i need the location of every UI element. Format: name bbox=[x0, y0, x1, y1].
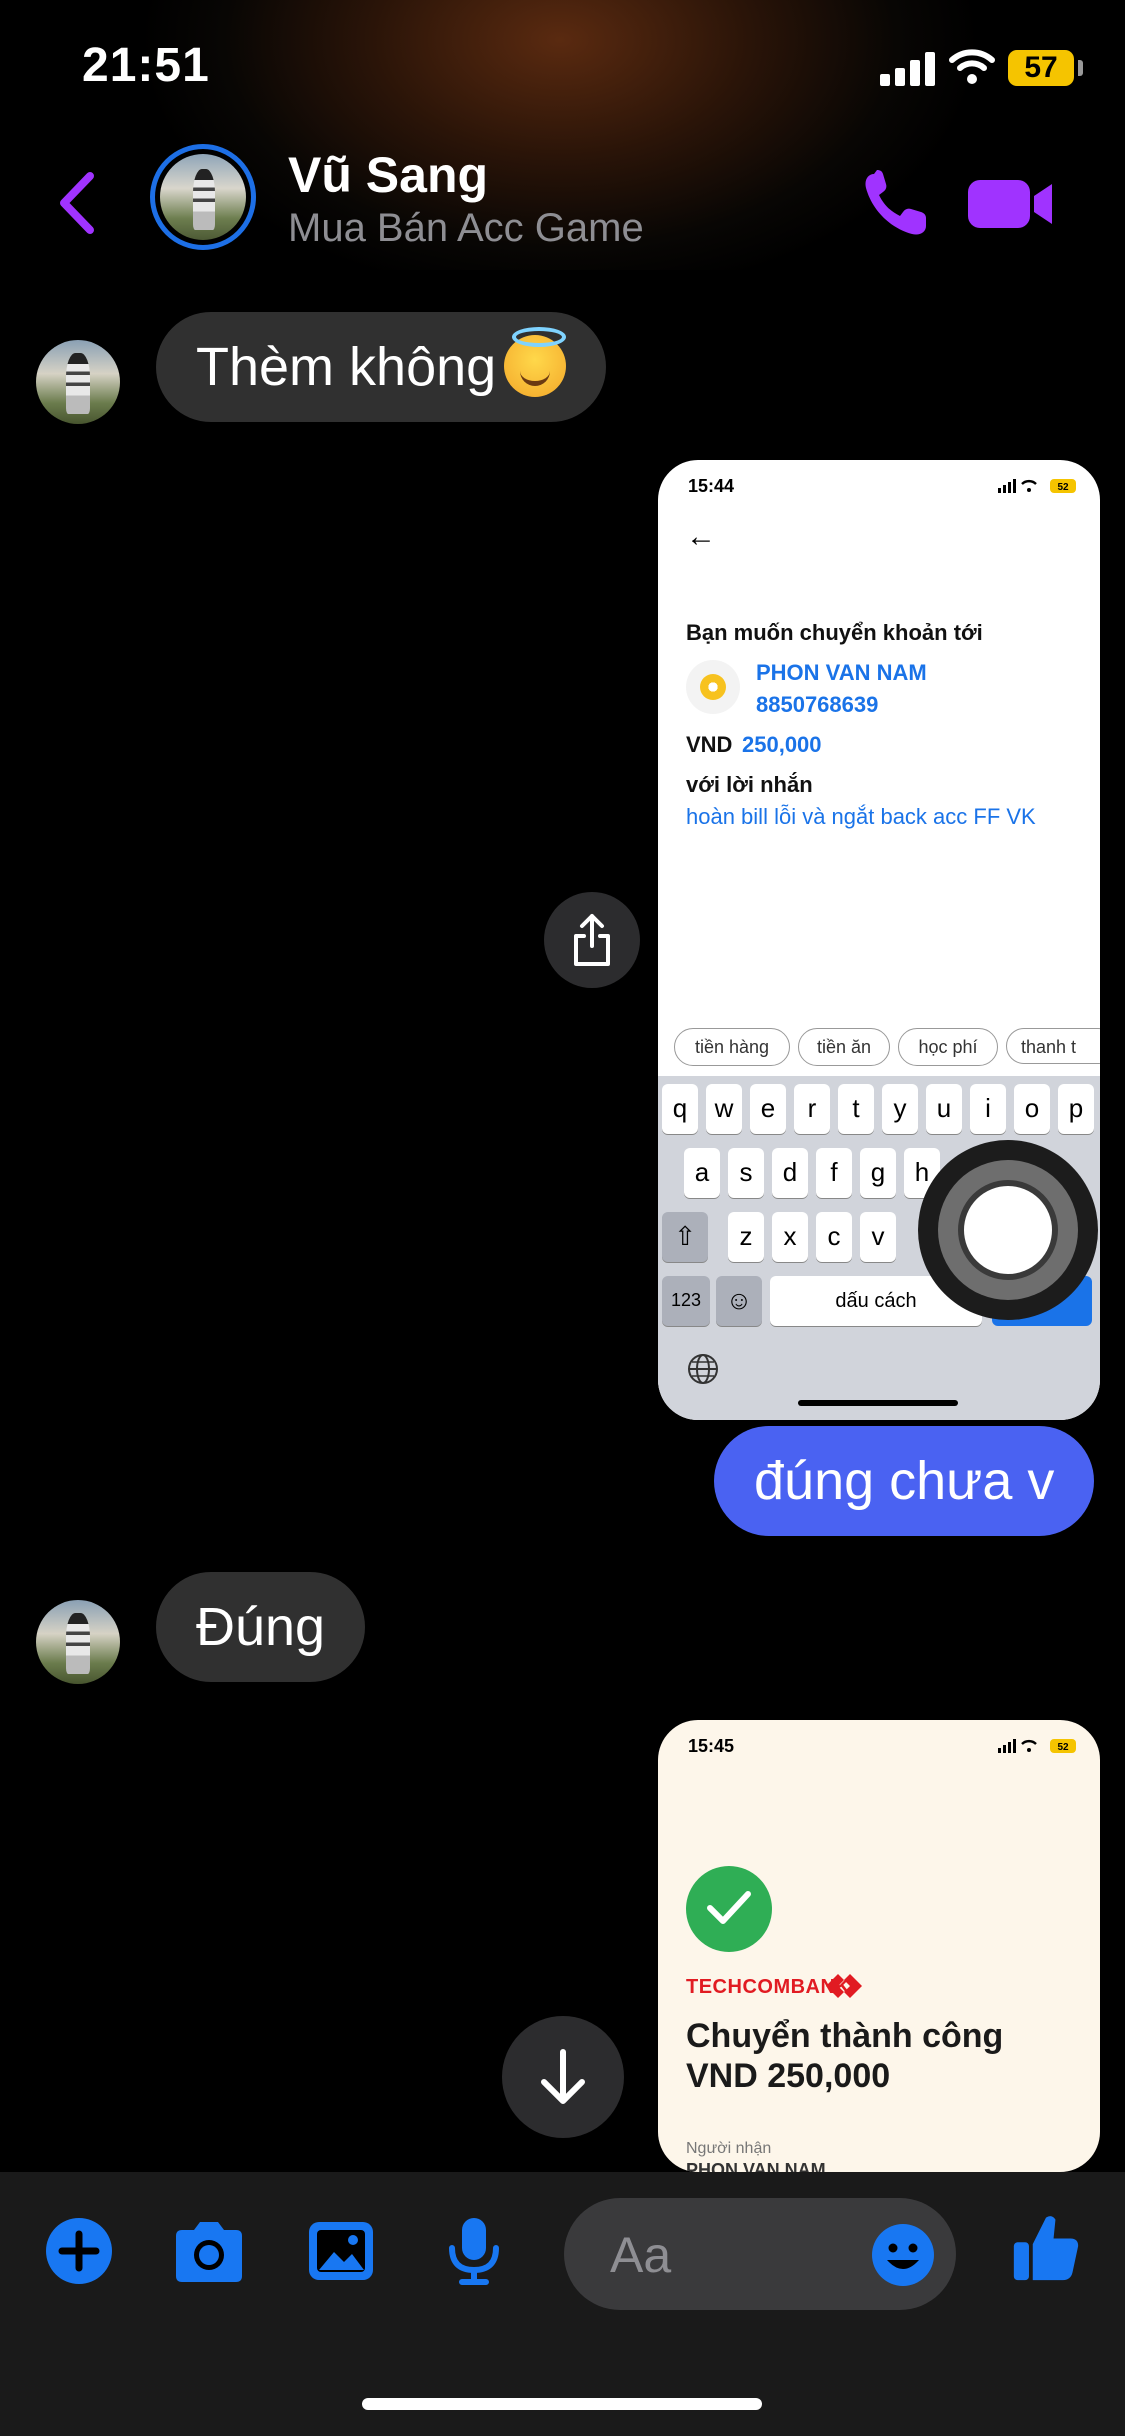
chip: tiền hàng bbox=[674, 1028, 790, 1066]
key: z bbox=[728, 1212, 764, 1262]
success-check-icon bbox=[686, 1866, 772, 1952]
amount: 250,000 bbox=[742, 732, 822, 757]
key: i bbox=[970, 1084, 1006, 1134]
shift-key-icon: ⇧ bbox=[662, 1212, 708, 1262]
chip: thanh t bbox=[1006, 1028, 1100, 1064]
image-gallery-icon[interactable] bbox=[306, 2216, 376, 2286]
contact-subtitle: Mua Bán Acc Game bbox=[288, 206, 644, 250]
key: o bbox=[1014, 1084, 1050, 1134]
contact-name[interactable]: Vũ Sang bbox=[288, 146, 488, 204]
outgoing-message[interactable]: đúng chưa v bbox=[714, 1426, 1095, 1536]
home-indicator bbox=[362, 2398, 762, 2410]
globe-icon bbox=[688, 1354, 718, 1384]
message-label: với lời nhắn bbox=[686, 772, 813, 797]
recipient-label: Người nhận bbox=[686, 2140, 772, 2157]
key: a bbox=[684, 1148, 720, 1198]
bank-coin-icon bbox=[686, 660, 740, 714]
shot-home-indicator bbox=[798, 1400, 958, 1406]
account-number: 8850768639 bbox=[756, 692, 879, 717]
camera-icon[interactable] bbox=[170, 2216, 248, 2286]
key: g bbox=[860, 1148, 896, 1198]
arrow-down-icon bbox=[541, 2049, 585, 2104]
phone-call-icon[interactable] bbox=[860, 168, 932, 240]
key: p bbox=[1058, 1084, 1094, 1134]
image-attachment-transfer-success[interactable]: 15:45 52 TECHCOMBANK Chuyển thành công V… bbox=[658, 1720, 1100, 2172]
transfer-heading: Bạn muốn chuyển khoản tới bbox=[686, 620, 983, 645]
key: u bbox=[926, 1084, 962, 1134]
chip: tiền ăn bbox=[798, 1028, 890, 1066]
battery-indicator: 57 bbox=[1008, 50, 1074, 86]
recipient-name: PHON VAN NAM bbox=[756, 660, 927, 685]
composer-bar: Aa bbox=[0, 2172, 1125, 2436]
scroll-to-bottom-button[interactable] bbox=[502, 2016, 624, 2138]
shot-status-time: 15:44 bbox=[688, 476, 735, 496]
incoming-message[interactable]: Đúng bbox=[156, 1572, 366, 1682]
emoji-icon[interactable] bbox=[870, 2222, 936, 2288]
key: w bbox=[706, 1084, 742, 1134]
back-chevron-icon[interactable] bbox=[52, 168, 102, 238]
shot-status-time: 15:45 bbox=[688, 1736, 735, 1756]
video-call-icon[interactable] bbox=[966, 174, 1056, 234]
sender-avatar[interactable] bbox=[36, 340, 120, 424]
shot-battery: 52 bbox=[1057, 1742, 1069, 1753]
contact-avatar[interactable] bbox=[150, 144, 256, 250]
key: t bbox=[838, 1084, 874, 1134]
share-icon bbox=[574, 914, 610, 966]
wifi-icon bbox=[949, 49, 995, 84]
smiling-halo-emoji-icon bbox=[504, 326, 567, 397]
avatar-photo bbox=[160, 154, 246, 240]
cellular-signal-icon bbox=[880, 50, 936, 86]
shot-battery: 52 bbox=[1057, 482, 1069, 493]
numbers-key: 123 bbox=[662, 1276, 710, 1326]
key: y bbox=[882, 1084, 918, 1134]
battery-nub bbox=[1078, 60, 1083, 76]
share-button[interactable] bbox=[544, 892, 640, 988]
key: x bbox=[772, 1212, 808, 1262]
plus-icon[interactable] bbox=[44, 2216, 114, 2286]
key: v bbox=[860, 1212, 896, 1262]
key: f bbox=[816, 1148, 852, 1198]
key: c bbox=[816, 1212, 852, 1262]
chat-header: Vũ Sang Mua Bán Acc Game bbox=[0, 140, 1125, 270]
currency-label: VND bbox=[686, 732, 733, 757]
status-time: 21:51 bbox=[82, 39, 210, 92]
key: q bbox=[662, 1084, 698, 1134]
incoming-message[interactable]: Thèm không bbox=[156, 312, 607, 422]
suggestion-chips: tiền hàng tiền ăn học phí thanh t bbox=[674, 1028, 1100, 1068]
success-title: Chuyển thành công VND 250,000 bbox=[686, 2016, 1003, 2096]
shot-back-arrow-icon: ← bbox=[686, 520, 716, 553]
assistive-touch-button[interactable] bbox=[918, 1140, 1098, 1320]
key: e bbox=[750, 1084, 786, 1134]
shot-status-icons: 52 bbox=[998, 1739, 1076, 1753]
key: r bbox=[794, 1084, 830, 1134]
message-input[interactable]: Aa bbox=[564, 2198, 956, 2310]
message-text-shot: hoàn bill lỗi và ngắt back acc FF VK bbox=[686, 804, 1036, 829]
chip: học phí bbox=[898, 1028, 998, 1066]
recipient-name-success: PHON VAN NAM bbox=[686, 2160, 826, 2172]
techcombank-logo-icon bbox=[826, 1974, 862, 1998]
emoji-key-icon: ☺ bbox=[716, 1276, 762, 1326]
assistive-dot bbox=[958, 1180, 1058, 1280]
message-text: Thèm không bbox=[196, 337, 497, 397]
key: s bbox=[728, 1148, 764, 1198]
success-amount: VND 250,000 bbox=[686, 2057, 891, 2095]
thumbs-up-icon[interactable] bbox=[1010, 2212, 1082, 2282]
sender-avatar[interactable] bbox=[36, 1600, 120, 1684]
status-bar: 21:51 57 bbox=[0, 0, 1125, 140]
microphone-icon[interactable] bbox=[444, 2216, 504, 2286]
shot-status-icons: 52 bbox=[998, 479, 1076, 493]
success-title-line1: Chuyển thành công bbox=[686, 2017, 1004, 2055]
message-placeholder: Aa bbox=[610, 2227, 672, 2283]
key: d bbox=[772, 1148, 808, 1198]
